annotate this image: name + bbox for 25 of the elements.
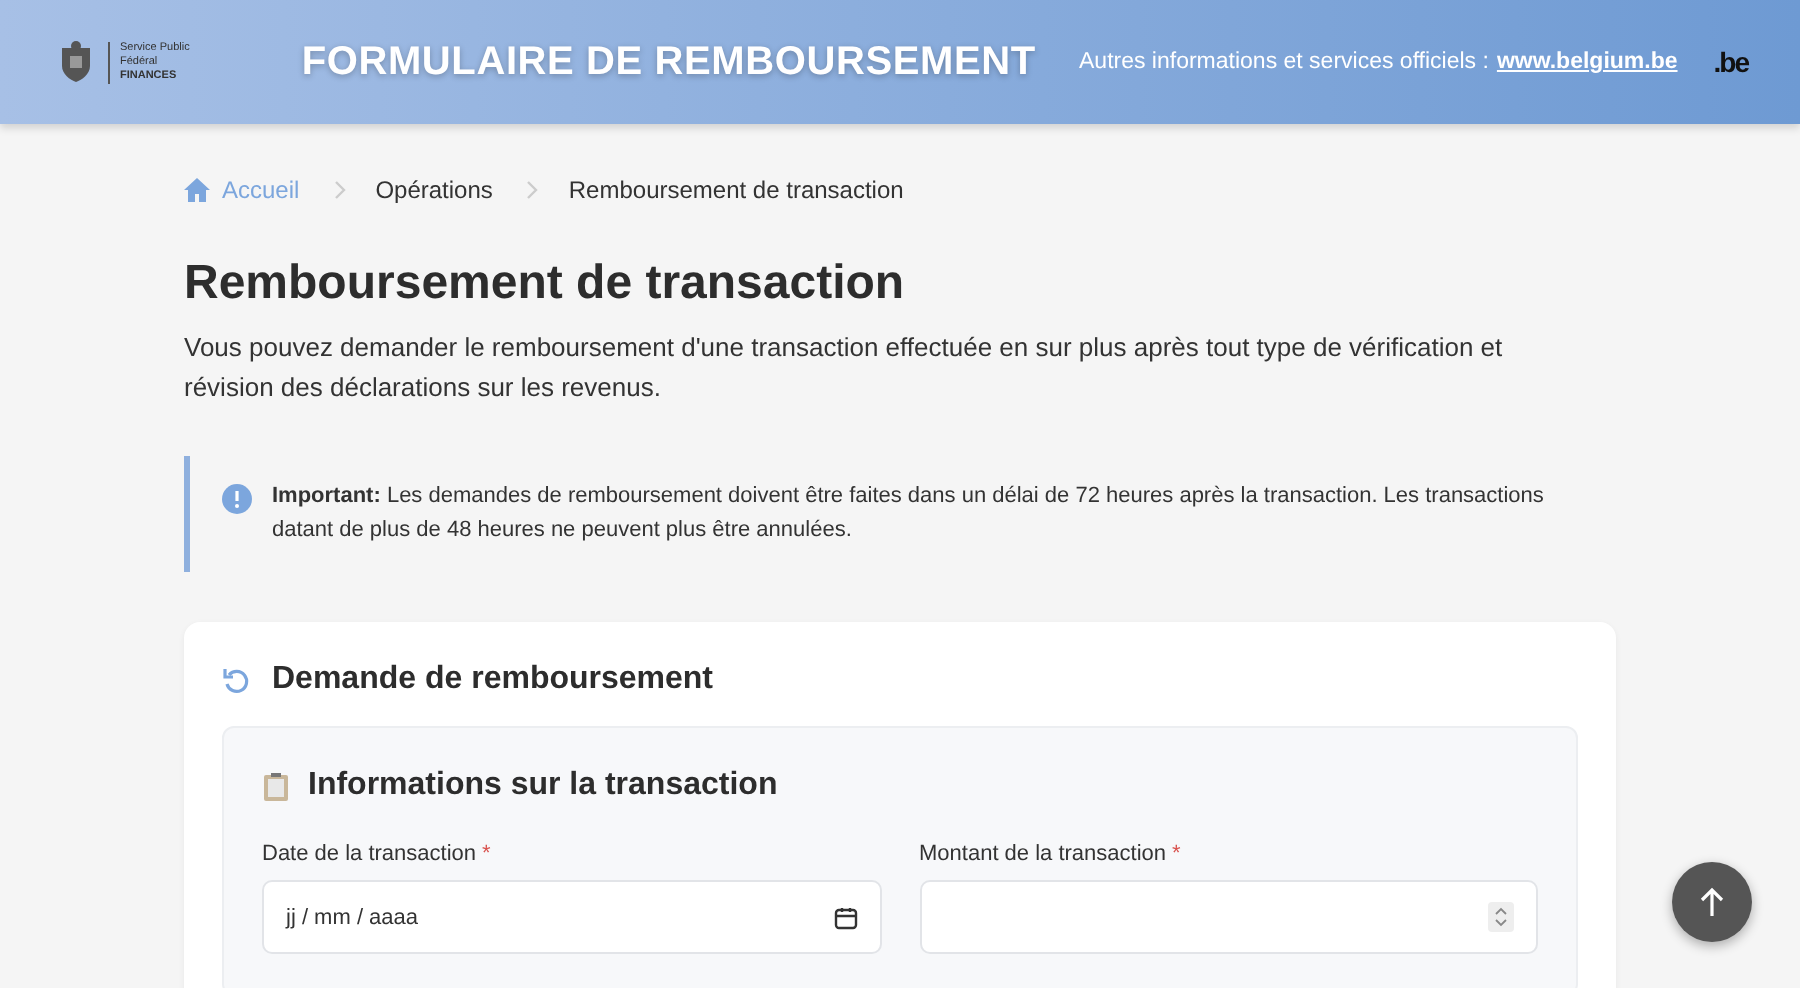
home-icon: [184, 178, 210, 202]
page-title: Remboursement de transaction: [184, 256, 907, 312]
spinner-icon[interactable]: [1488, 902, 1514, 932]
clipboard-icon: [262, 771, 290, 801]
crest-icon: [56, 40, 96, 84]
intro-paragraph: Vous pouvez demander le remboursement d'une transaction effectuée en sur plus après tout type de vérification et révision des déclarations sur les revenus.: [184, 330, 1505, 406]
amount-input-field[interactable]: [919, 880, 1538, 954]
be-logo: .be: [1713, 46, 1748, 78]
chevron-icon: [331, 180, 348, 200]
section-title: Informations sur la transaction: [308, 768, 778, 804]
header-title: FORMULAIRE DE REMBOURSEMENT: [301, 39, 1036, 85]
date-input-field[interactable]: jj / mm / aaaa: [262, 880, 881, 954]
scroll-to-top-button[interactable]: [1672, 862, 1752, 942]
field-label: Montant de la transaction *: [919, 842, 1183, 866]
info-icon: [222, 484, 252, 514]
field-label: Date de la transaction *: [262, 842, 493, 866]
chevron-icon: [524, 180, 541, 200]
arrow-up-icon: [1698, 886, 1726, 918]
alert-text: Important: Les demandes de remboursement doivent être faites dans un délai de 72 heures après la transaction. Les transactions datant de plus de 48 heures ne peuvent plus être annulées.: [272, 482, 1546, 546]
calendar-icon: [833, 905, 857, 929]
info-text: Autres informations et services officiels :: [1079, 50, 1489, 74]
breadcrumb-link[interactable]: Opérations: [375, 176, 493, 204]
breadcrumb-current: Remboursement de transaction: [568, 176, 904, 204]
undo-icon: [222, 665, 252, 695]
card-title: Demande de remboursement: [272, 662, 714, 698]
